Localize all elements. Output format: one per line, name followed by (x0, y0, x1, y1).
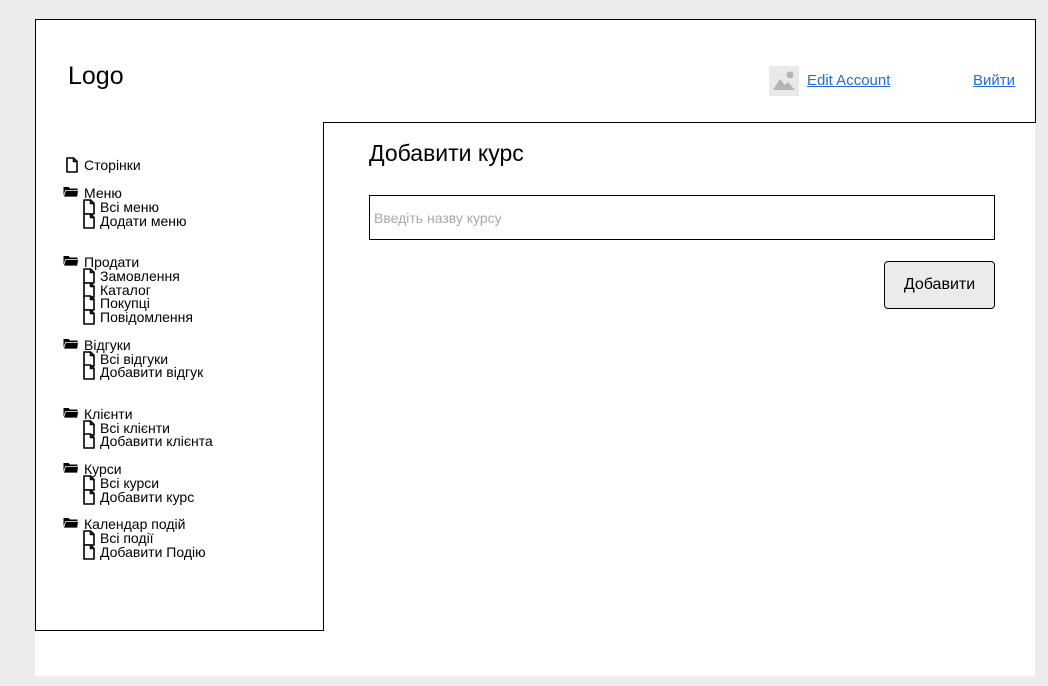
document-icon (83, 544, 95, 560)
sidebar-item-label: Всі курси (100, 475, 160, 491)
sidebar-item-label: Добавити відгук (100, 364, 204, 380)
sidebar-item-label: Повідомлення (100, 309, 193, 325)
document-icon (83, 309, 95, 325)
sidebar-item-label: Сторінки (84, 157, 141, 173)
document-icon (66, 157, 78, 173)
document-icon (83, 433, 95, 449)
sidebar-item-label: Покупці (100, 295, 150, 311)
course-name-input[interactable] (369, 195, 995, 240)
image-placeholder-icon (769, 66, 799, 96)
folder-icon (63, 337, 79, 350)
folder-icon (63, 516, 79, 529)
sidebar-item-label: Всі події (100, 530, 154, 546)
document-icon (83, 213, 95, 229)
document-icon (83, 489, 95, 505)
sidebar-item-label: Добавити Подію (100, 544, 206, 560)
folder-icon (63, 254, 79, 267)
folder-icon (63, 461, 79, 474)
sidebar-group-label: Календар подій (84, 516, 186, 532)
sidebar-group-label: Меню (84, 185, 122, 201)
sidebar-item-label: Додати меню (100, 213, 187, 229)
sidebar-group-label: Продати (84, 254, 140, 270)
sidebar-item-label: Всі меню (100, 199, 159, 215)
sidebar-item-label: Замовлення (100, 268, 180, 284)
logout-link[interactable]: Вийти (973, 72, 1015, 90)
sidebar-item-label: Добавити курс (100, 489, 195, 505)
sidebar: Сторінки Меню Всі меню Додати меню Прода… (35, 122, 324, 631)
sidebar-group-label: Відгуки (84, 337, 131, 353)
document-icon (83, 364, 95, 380)
header: Logo Edit Account Вийти (35, 19, 1036, 123)
add-course-button[interactable]: Добавити (884, 261, 995, 309)
sidebar-item-label: Добавити клієнта (100, 433, 213, 449)
folder-icon (63, 406, 79, 419)
app-frame: Logo Edit Account Вийти Сторінки Меню Вс… (35, 19, 1036, 676)
page-title: Добавити курс (369, 140, 524, 166)
folder-icon (63, 185, 79, 198)
sidebar-group-label: Курси (84, 461, 122, 477)
logo: Logo (68, 62, 124, 90)
sidebar-group-label: Клієнти (84, 406, 133, 422)
edit-account-link[interactable]: Edit Account (807, 72, 890, 90)
